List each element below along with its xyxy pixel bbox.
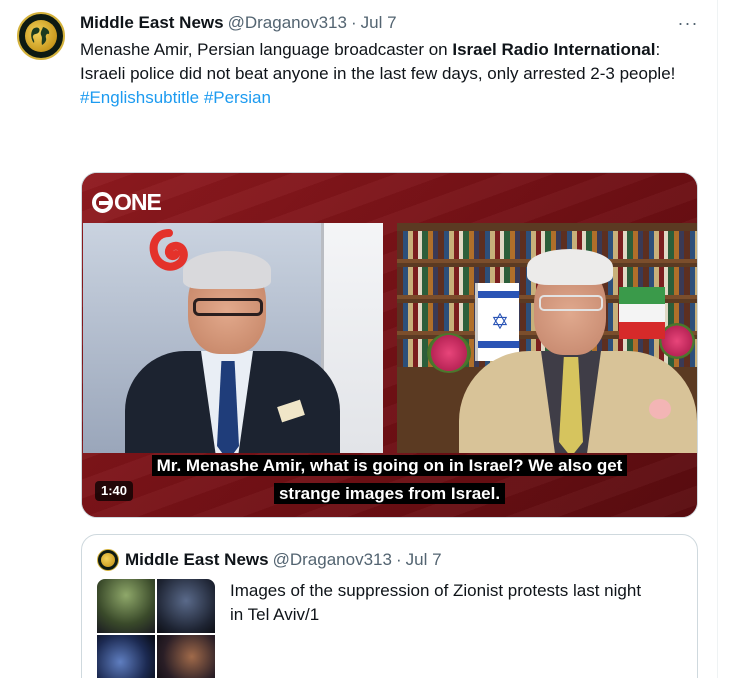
quoted-author-avatar [97, 549, 119, 571]
quoted-author-name: Middle East News [125, 550, 269, 569]
tweet[interactable]: Middle East News @Draganov313 · Jul 7 ··… [0, 0, 718, 678]
tweet-text-colon: : [655, 40, 661, 59]
video-subtitle-line-1: Mr. Menashe Amir, what is going on in Is… [82, 454, 697, 478]
host-hair [183, 251, 271, 289]
separator-dot: · [395, 550, 402, 569]
author-handle[interactable]: @Draganov313 [228, 13, 347, 33]
globe-avatar-icon [101, 553, 115, 567]
subtitle-text-2: strange images from Israel. [273, 483, 506, 504]
channel-logo-circle-icon [92, 192, 113, 213]
thumbnail-image [97, 579, 155, 633]
globe-avatar-icon [25, 20, 57, 52]
host-glasses [193, 298, 263, 316]
hashtag-persian[interactable]: #Persian [204, 88, 271, 107]
quoted-author-handle: @Draganov313 [272, 550, 392, 569]
quoted-tweet[interactable]: Middle East News @Draganov313 · Jul 7 Im… [81, 534, 698, 678]
video-frame-left-host [83, 223, 383, 453]
channel-logo: ONE [92, 189, 162, 216]
video-duration-badge: 1:40 [95, 481, 134, 501]
video-subtitle-line-2: strange images from Israel. [82, 482, 697, 506]
tweet-header: Middle East News @Draganov313 · Jul 7 [80, 12, 397, 34]
more-options-icon[interactable]: ··· [675, 10, 701, 36]
video-frame-right-guest: ✡ [397, 223, 697, 453]
tweet-text-bold: Israel Radio International [452, 40, 656, 59]
video-player[interactable]: ONE ✡ Mr. Menashe Amir, what is going on… [81, 172, 698, 518]
quoted-media-thumbnail [97, 579, 215, 678]
flag-stripe-top [478, 291, 519, 298]
thumbnail-image [97, 635, 155, 678]
separator-dot: · [350, 13, 357, 32]
quoted-tweet-text: Images of the suppression of Zionist pro… [230, 581, 642, 624]
thumbnail-image [157, 635, 215, 678]
subtitle-text-1: Mr. Menashe Amir, what is going on in Is… [151, 455, 628, 476]
tweet-text-body: Israeli police did not beat anyone in th… [80, 64, 676, 83]
thumbnail-image [157, 579, 215, 633]
channel-logo-text: ONE [114, 189, 162, 215]
iran-flag [619, 287, 665, 339]
flag-stripe-green [619, 287, 665, 304]
author-name[interactable]: Middle East News [80, 13, 224, 33]
hashtag-englishsubtitle[interactable]: #Englishsubtitle [80, 88, 199, 107]
quoted-tweet-date: Jul 7 [405, 550, 442, 569]
author-avatar[interactable] [17, 12, 65, 60]
guest-glasses [539, 295, 603, 311]
flowers [427, 333, 471, 373]
star-of-david-icon: ✡ [490, 309, 510, 334]
tweet-text: Menashe Amir, Persian language broadcast… [80, 38, 700, 110]
tweet-date[interactable]: Jul 7 [361, 13, 397, 33]
flag-stripe-white [619, 304, 665, 322]
flag-stripe-red [619, 322, 665, 339]
flag-stripe-bottom [478, 341, 519, 348]
israel-flag: ✡ [475, 283, 519, 361]
quoted-tweet-header: Middle East News @Draganov313 · Jul 7 [125, 549, 442, 571]
guest-pocket-flower [649, 399, 671, 419]
guest-hair [527, 249, 613, 285]
tweet-text-intro: Menashe Amir, Persian language broadcast… [80, 40, 453, 59]
